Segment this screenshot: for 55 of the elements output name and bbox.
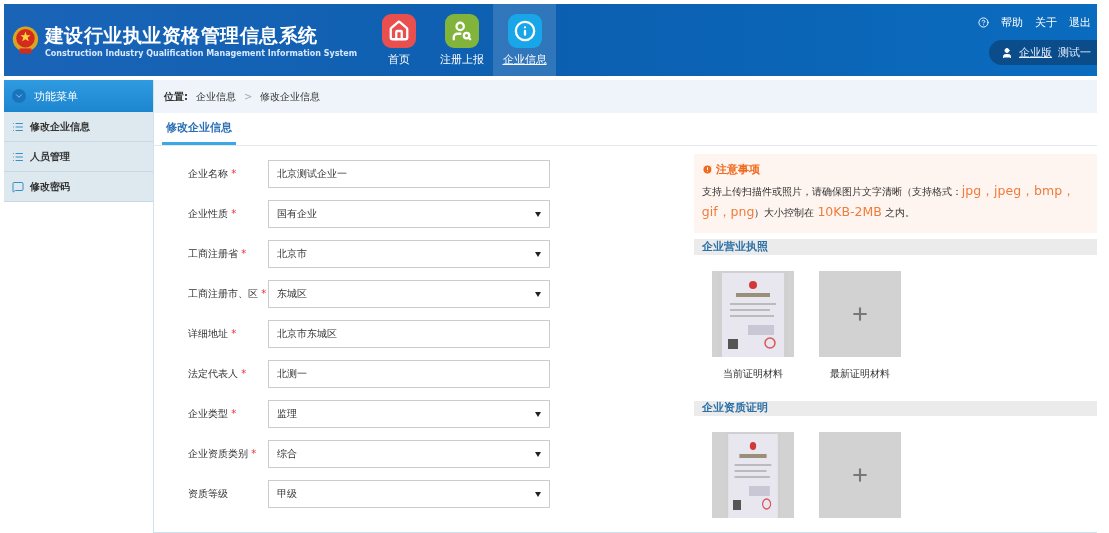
select-field[interactable]: 东城区	[268, 280, 550, 308]
field-label: 工商注册市、区 *	[188, 287, 268, 301]
message-icon	[12, 180, 24, 193]
sidebar-item[interactable]: 人员管理	[4, 142, 153, 172]
system-title: 建设行业执业资格管理信息系统	[44, 22, 319, 48]
breadcrumb-separator: >	[244, 91, 253, 102]
list-icon	[12, 120, 24, 133]
field-label: 详细地址 *	[188, 327, 238, 341]
menu-title: 功能菜单	[34, 88, 78, 104]
field-label: 法定代表人 *	[188, 367, 248, 381]
breadcrumb-label: 位置:	[164, 89, 188, 104]
sidebar-item[interactable]: 修改密码	[4, 172, 153, 202]
select-field[interactable]: 国有企业	[268, 200, 550, 228]
alert-icon	[701, 164, 713, 175]
input-field[interactable]: 北京市东城区	[268, 320, 550, 348]
section-header: 企业资质证明	[693, 400, 1097, 416]
breadcrumb-item[interactable]: 企业信息	[196, 89, 236, 104]
header-link[interactable]: 关于	[1035, 15, 1057, 30]
nav-tab[interactable]: 首页	[367, 4, 430, 76]
help-icon	[978, 17, 989, 28]
field-label: 企业名称 *	[188, 167, 238, 181]
user-icon	[1001, 46, 1013, 59]
input-field[interactable]: 北京测试企业一	[268, 160, 550, 188]
header-link[interactable]: 退出	[1069, 15, 1091, 30]
select-field[interactable]: 北京市	[268, 240, 550, 268]
user-search-icon	[444, 13, 479, 48]
house-icon	[381, 13, 416, 48]
select-field[interactable]: 综合	[268, 440, 550, 468]
field-label: 企业资质类别 *	[188, 447, 258, 461]
field-label: 企业类型 *	[188, 407, 238, 421]
breadcrumb-item: 修改企业信息	[260, 89, 321, 104]
chevron-icon	[12, 89, 26, 103]
thumbnail-caption: 当前证明材料	[722, 366, 783, 381]
tab[interactable]: 修改企业信息	[162, 113, 236, 145]
header-link[interactable]: 帮助	[1001, 15, 1023, 30]
field-label: 企业性质 *	[188, 207, 238, 221]
field-label: 资质等级	[188, 487, 229, 501]
thumbnail[interactable]	[711, 432, 794, 518]
notice-text: 支持上传扫描件或照片，请确保图片文字清晰（支持格式：jpg，jpeg，bmp，gif，png）大小控制在 10KB-2MB 之内。	[701, 182, 1077, 221]
system-subtitle: Construction Industry Qualification Management Information System	[44, 48, 357, 58]
info-icon	[507, 13, 542, 48]
select-field[interactable]: 监理	[268, 400, 550, 428]
notice-title: 注意事项	[715, 162, 760, 177]
input-field[interactable]: 北测一	[268, 360, 550, 388]
select-field[interactable]: 甲级	[268, 480, 550, 508]
edition-link[interactable]: 企业版	[1019, 45, 1052, 60]
nav-tab[interactable]: 企业信息	[493, 4, 556, 76]
sidebar-item[interactable]: 修改企业信息	[4, 112, 153, 142]
section-header: 企业营业执照	[693, 239, 1097, 255]
user-name: 测试一	[1058, 45, 1091, 60]
list-icon	[12, 150, 24, 163]
field-label: 工商注册省 *	[188, 247, 248, 261]
thumbnail-caption: 最新证明材料	[829, 366, 890, 381]
nav-tab[interactable]: 注册上报	[430, 4, 493, 76]
upload-button[interactable]	[818, 270, 901, 357]
